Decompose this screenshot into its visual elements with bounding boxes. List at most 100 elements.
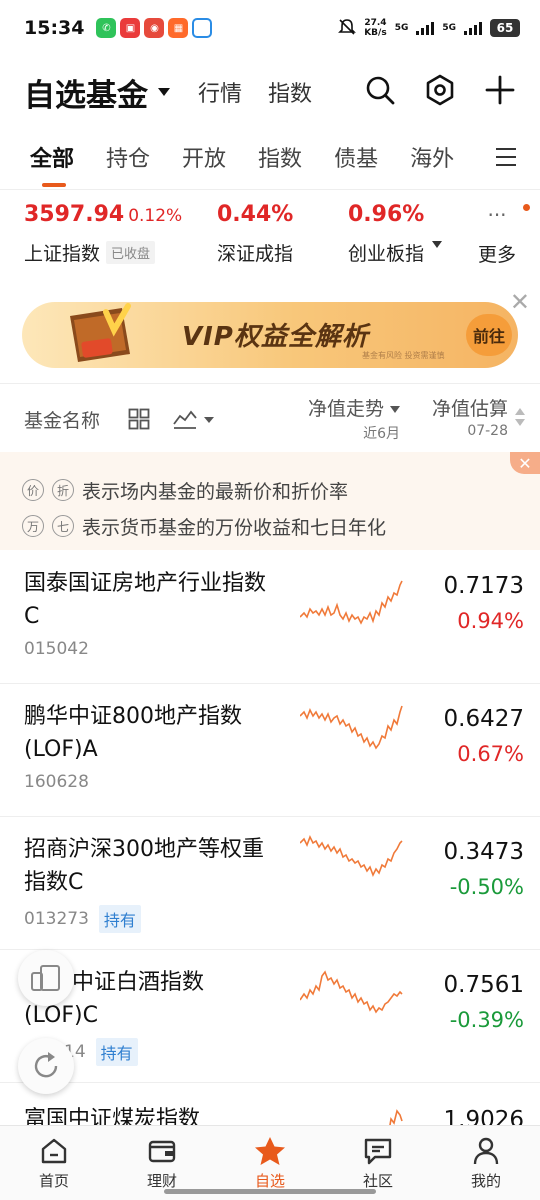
notice-line-2: 表示货币基金的万份收益和七日年化 — [82, 516, 387, 539]
index-shenzhen[interactable]: 0.44% 深证成指 — [217, 202, 293, 266]
nav-trend-period: 近6月 — [363, 426, 400, 442]
vip-banner[interactable]: VIP权益全解析 基金有风险 投资需谨慎 前往 — [22, 302, 518, 368]
caret-down-icon[interactable] — [158, 88, 170, 96]
nav-profile[interactable]: 我的 — [432, 1126, 540, 1200]
index-link[interactable]: 指数 — [268, 76, 312, 108]
holding-badge: 持有 — [98, 905, 141, 933]
nav-sparkline — [300, 970, 403, 1014]
phone-app-icon: ✆ — [96, 18, 117, 38]
home-icon — [41, 1138, 67, 1164]
per-ten-thousand-tag: 万 — [22, 515, 44, 537]
fund-change: -0.50% — [449, 875, 524, 899]
category-tabs: 全部 持仓 开放 指数 债基 海外 — [0, 128, 540, 187]
bottom-nav: 首页 理财 自选 社区 我的 — [0, 1125, 540, 1200]
fund-row[interactable]: 招商沪深300地产等权重指数C 013273 持有 0.3473 -0.50% — [0, 817, 540, 950]
menu-icon[interactable] — [494, 146, 518, 168]
fund-nav: 0.3473 — [443, 839, 524, 865]
fund-name-column[interactable]: 基金名称 — [24, 406, 100, 433]
tab-holdings[interactable]: 持仓 — [106, 141, 150, 173]
index-value: 0.44% — [217, 202, 294, 227]
rotate-icon — [34, 1052, 58, 1078]
title-bar: 自选基金 行情 指数 — [0, 62, 540, 122]
index-name: 深证成指 — [217, 243, 294, 265]
close-icon[interactable]: ✕ — [510, 290, 530, 314]
network-type-1: 5G — [394, 23, 409, 33]
browser-app-icon — [192, 18, 213, 38]
nav-label: 社区 — [362, 1172, 393, 1190]
fund-row[interactable]: 鹏华中证800地产指数(LOF)A 160628 0.6427 0.67% — [0, 684, 540, 817]
mute-icon — [338, 18, 357, 39]
star-icon — [255, 1137, 285, 1165]
fund-row[interactable]: 国泰国证房地产行业指数C 015042 0.7173 0.94% — [0, 551, 540, 684]
status-bar: 15:34 ✆ ▣ ◉ ▦ 27.4 KB/s 5G 5G 65 — [0, 0, 540, 56]
fund-nav: 0.7173 — [443, 573, 524, 599]
nav-label: 我的 — [470, 1172, 501, 1190]
add-icon[interactable] — [484, 74, 516, 110]
nav-estimate-date: 07-28 — [467, 423, 508, 439]
index-shanghai[interactable]: 3597.94 0.12% 上证指数 已收盘 — [24, 202, 182, 266]
chat-icon — [364, 1138, 392, 1165]
tab-all[interactable]: 全部 — [30, 141, 74, 187]
fund-nav: 0.7561 — [443, 972, 524, 998]
signal-icon — [416, 21, 435, 35]
nav-estimate-column[interactable]: 净值估算 07-28 — [432, 394, 508, 439]
nav-trend-column[interactable]: 净值走势 近6月 — [308, 394, 400, 443]
status-time: 15:34 — [24, 17, 85, 39]
signal-icon — [464, 21, 482, 35]
notification-dot — [523, 204, 530, 211]
vip-card-icon — [70, 303, 131, 362]
tab-open[interactable]: 开放 — [182, 141, 226, 173]
nav-sparkline — [300, 835, 403, 877]
tab-index[interactable]: 指数 — [258, 141, 302, 173]
fund-name: 招商沪深300地产等权重指数C — [24, 837, 264, 895]
bank-app-icon: ◉ — [144, 18, 165, 38]
nav-estimate-label: 净值估算 — [431, 398, 508, 420]
more-indices-button[interactable]: ··· 更多 — [478, 202, 516, 267]
wallet-icon — [148, 1140, 176, 1163]
index-name: 上证指数 — [24, 243, 101, 265]
market-indices: 3597.94 0.12% 上证指数 已收盘 0.44% 深证成指 0.96% 创业… — [0, 202, 540, 282]
nav-label: 自选 — [254, 1172, 285, 1190]
market-link[interactable]: 行情 — [198, 76, 242, 108]
more-label: 更多 — [478, 244, 517, 266]
fund-name: 国泰国证房地产行业指数C — [24, 571, 267, 629]
index-name: 创业板指 — [348, 243, 425, 265]
battery-indicator: 65 — [490, 19, 520, 37]
net-speed-value: 27.4 — [364, 18, 387, 28]
fund-name: 鹏华中证800地产指数(LOF)A — [24, 704, 242, 762]
seven-day-tag: 七 — [52, 515, 74, 537]
index-change: 0.12% — [128, 206, 183, 226]
home-indicator[interactable] — [164, 1189, 376, 1194]
fund-change: 0.67% — [457, 742, 524, 766]
net-speed-unit: KB/s — [364, 28, 387, 38]
banner-fine-print: 基金有风险 投资需谨慎 — [362, 351, 445, 360]
rotate-button[interactable] — [18, 1038, 74, 1094]
index-chinext[interactable]: 0.96% 创业板指 — [348, 202, 443, 266]
nav-label: 首页 — [38, 1172, 69, 1190]
legend-notice: 价 折 表示场内基金的最新价和折价率 万 七 表示货币基金的万份收益和七日年化 … — [0, 452, 540, 550]
trend-chart-icon[interactable] — [172, 406, 216, 436]
index-value: 0.96% — [348, 202, 425, 227]
grid-view-icon[interactable] — [128, 408, 150, 434]
nav-home[interactable]: 首页 — [0, 1126, 108, 1200]
page-title[interactable]: 自选基金 — [24, 70, 148, 115]
tab-bond[interactable]: 债基 — [334, 141, 378, 173]
discount-tag: 折 — [52, 479, 74, 501]
caret-down-icon[interactable] — [432, 241, 443, 248]
fund-code: 160628 — [24, 772, 89, 792]
fund-row[interactable]: 中证白酒指数(LOF)C 14 持有 0.7561 -0.39% — [0, 950, 540, 1083]
fund-nav: 0.6427 — [443, 706, 524, 732]
split-screen-icon — [31, 965, 60, 991]
tab-menu-button[interactable] — [470, 128, 540, 186]
caret-down-icon — [390, 406, 400, 413]
close-icon[interactable]: ✕ — [510, 452, 540, 474]
search-icon[interactable] — [364, 74, 396, 110]
user-icon — [473, 1137, 499, 1165]
more-dots-icon: ··· — [487, 203, 507, 227]
fund-code: 015042 — [24, 639, 89, 659]
settings-hexagon-icon[interactable] — [424, 74, 456, 110]
multi-window-button[interactable] — [18, 950, 74, 1006]
banner-go-button[interactable]: 前往 — [466, 314, 512, 356]
sort-icon[interactable] — [514, 406, 526, 432]
tab-overseas[interactable]: 海外 — [410, 141, 454, 173]
